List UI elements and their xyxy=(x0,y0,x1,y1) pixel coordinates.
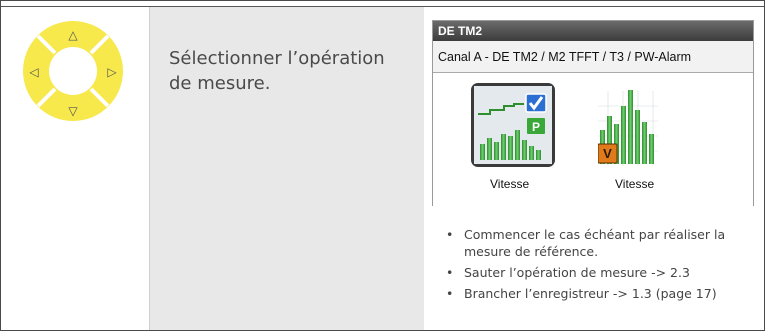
list-item: Brancher l’enregistreur -> 1.3 (page 17) xyxy=(444,285,754,302)
speed-trend-icon: P xyxy=(474,86,552,164)
device-screen: DE TM2 Canal A - DE TM2 / M2 TFFT / T3 /… xyxy=(432,20,754,207)
navigation-keys-icon: △ ▽ ◁ ▷ xyxy=(23,21,123,121)
option-label-trend: Vitesse xyxy=(490,177,530,191)
channel-label: Canal A - DE TM2 / M2 TFFT / T3 / PW-Ala… xyxy=(438,50,692,64)
nav-up-key[interactable]: △ xyxy=(68,28,78,42)
measurement-option-trend[interactable]: P xyxy=(471,83,555,167)
badge-v: V xyxy=(603,146,612,161)
notes-list: Commencer le cas échéant par réaliser la… xyxy=(444,226,754,306)
step-instruction: Sélectionner l’opération de mesure. xyxy=(169,48,385,94)
screen-title: DE TM2 xyxy=(433,21,753,41)
badge-p: P xyxy=(532,120,540,134)
list-item: Sauter l’opération de mesure -> 2.3 xyxy=(444,264,754,281)
list-item: Commencer le cas échéant par réaliser la… xyxy=(444,226,754,260)
nav-left-key[interactable]: ◁ xyxy=(28,65,38,79)
measurement-options: P V Vitesse Vitesse xyxy=(433,72,753,207)
nav-right-key[interactable]: ▷ xyxy=(107,65,117,79)
option-label-spectrum: Vitesse xyxy=(615,177,655,191)
speed-spectrum-icon[interactable]: V xyxy=(598,86,658,166)
nav-down-key[interactable]: ▽ xyxy=(68,104,78,118)
